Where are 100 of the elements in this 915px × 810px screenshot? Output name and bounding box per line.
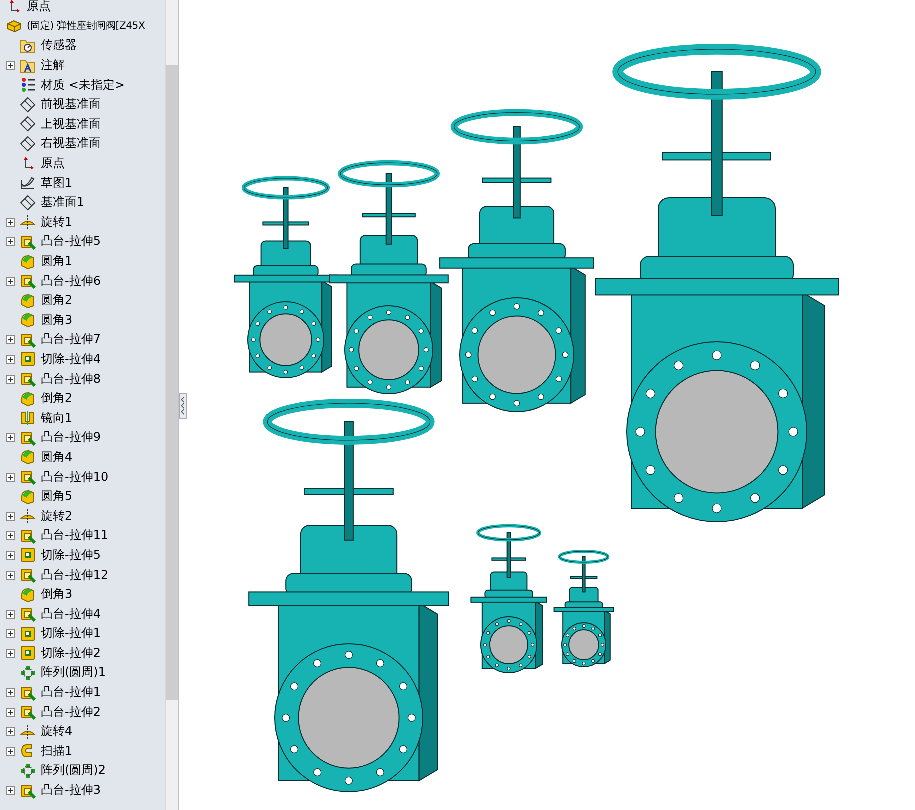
tree-item[interactable]: 右视基准面	[41, 135, 101, 152]
tree-item[interactable]: 阵列(圆周)2	[41, 762, 106, 780]
tree-item[interactable]: 注解	[41, 57, 65, 74]
tree-item[interactable]: 草图1	[41, 174, 73, 192]
extrude-icon	[20, 567, 36, 584]
tree-item[interactable]: 切除-拉伸5	[41, 546, 101, 564]
tree-item[interactable]: 原点	[27, 0, 51, 16]
tree-item[interactable]: 切除-拉伸4	[41, 350, 101, 368]
mirror-icon	[20, 410, 36, 426]
tree-item[interactable]: 凸台-拉伸2	[41, 704, 101, 721]
expand-icon[interactable]	[6, 531, 15, 540]
plane-icon	[20, 194, 36, 211]
tree-item[interactable]: 旋转4	[41, 723, 73, 740]
expand-icon[interactable]	[6, 688, 15, 698]
tree-item[interactable]: 原点	[41, 155, 65, 172]
sketch-icon	[20, 175, 36, 192]
tree-item[interactable]: 凸台-拉伸10	[41, 468, 109, 486]
circular-pattern-icon	[20, 762, 36, 779]
tree-item[interactable]: 凸台-拉伸12	[41, 566, 109, 584]
expand-icon[interactable]	[6, 61, 15, 70]
tree-item[interactable]: 旋转2	[41, 508, 73, 525]
tree-item[interactable]: 倒角2	[41, 390, 73, 408]
expand-icon[interactable]	[6, 648, 15, 658]
tree-item[interactable]: 旋转1	[41, 214, 73, 231]
collapse-arrows-icon[interactable]	[179, 393, 187, 419]
gate-valve-drawing[interactable]	[470, 524, 548, 674]
tree-item[interactable]: 凸台-拉伸5	[41, 233, 101, 250]
extrude-icon	[20, 234, 36, 250]
fillet-icon	[20, 488, 36, 505]
extrude-icon	[20, 782, 36, 799]
tree-item[interactable]: (固定) 弹性座封闸阀[Z45X	[27, 19, 146, 34]
fillet-icon	[20, 292, 36, 309]
revolve-icon	[20, 724, 36, 740]
fillet-icon	[20, 586, 36, 603]
expand-icon[interactable]	[6, 472, 15, 482]
tree-item[interactable]: 凸台-拉伸6	[41, 272, 101, 290]
expand-icon[interactable]	[6, 354, 15, 364]
tree-item[interactable]: 切除-拉伸1	[41, 625, 101, 642]
tree-item[interactable]: 圆角2	[41, 292, 73, 310]
expand-icon[interactable]	[6, 512, 15, 521]
expand-icon[interactable]	[6, 218, 15, 227]
expand-icon[interactable]	[6, 786, 15, 796]
expand-icon[interactable]	[6, 276, 15, 286]
fillet-icon	[20, 312, 36, 328]
tree-item[interactable]: 凸台-拉伸11	[41, 527, 109, 544]
tree-item[interactable]: 凸台-拉伸9	[41, 429, 101, 446]
gate-valve-drawing[interactable]	[554, 550, 614, 668]
cut-extrude-icon	[20, 547, 36, 564]
tree-item[interactable]: 圆角1	[41, 253, 73, 270]
tree-item[interactable]: 凸台-拉伸7	[41, 331, 101, 348]
extrude-icon	[20, 684, 36, 701]
cut-extrude-icon	[20, 351, 36, 368]
fillet-icon	[20, 390, 36, 407]
expand-icon[interactable]	[6, 610, 15, 619]
gate-valve-drawing[interactable]	[248, 399, 450, 792]
expand-icon[interactable]	[6, 237, 15, 246]
expand-icon[interactable]	[6, 629, 15, 638]
revolve-icon	[20, 214, 36, 230]
gate-valve-drawing[interactable]	[440, 109, 594, 412]
tree-item[interactable]: 材质 <未指定>	[41, 76, 125, 94]
tree-item[interactable]: 镜向1	[41, 410, 73, 427]
expand-icon[interactable]	[6, 335, 15, 344]
extrude-icon	[20, 469, 36, 486]
extrude-icon	[20, 528, 36, 544]
extrude-icon	[20, 371, 36, 388]
expand-icon[interactable]	[6, 550, 15, 560]
tree-item[interactable]: 圆角3	[41, 312, 73, 329]
tree-item[interactable]: 阵列(圆周)1	[41, 664, 106, 682]
cut-extrude-icon	[20, 626, 36, 642]
expand-icon[interactable]	[6, 708, 15, 717]
tree-item[interactable]: 扫描1	[41, 742, 73, 760]
tree-item[interactable]: 凸台-拉伸1	[41, 684, 101, 702]
tree-item[interactable]: 上视基准面	[41, 116, 101, 133]
gate-valve-drawing[interactable]	[595, 44, 839, 522]
tree-item[interactable]: 倒角3	[41, 586, 73, 604]
tree-item[interactable]: 凸台-拉伸4	[41, 606, 101, 623]
tree-item[interactable]: 基准面1	[41, 194, 85, 212]
gate-valve-drawing[interactable]	[329, 160, 449, 394]
scrollbar[interactable]	[165, 0, 178, 810]
expand-icon[interactable]	[6, 433, 15, 442]
tree-item[interactable]: 圆角4	[41, 448, 73, 466]
extrude-icon	[20, 332, 36, 348]
extrude-icon	[20, 606, 36, 622]
expand-icon[interactable]	[6, 374, 15, 384]
extrude-icon	[20, 273, 36, 290]
plane-icon	[20, 96, 36, 113]
scrollbar-thumb[interactable]	[166, 65, 178, 700]
tree-item[interactable]: 传感器	[41, 37, 77, 54]
folder-letter-icon	[20, 58, 36, 74]
fillet-icon	[20, 254, 36, 270]
expand-icon[interactable]	[6, 570, 15, 580]
expand-icon[interactable]	[6, 746, 15, 756]
tree-item[interactable]: 前视基准面	[41, 96, 101, 114]
expand-icon[interactable]	[6, 727, 15, 736]
tree-item[interactable]: 圆角5	[41, 488, 73, 506]
extrude-icon	[20, 704, 36, 720]
tree-item[interactable]: 凸台-拉伸3	[41, 782, 101, 800]
tree-item[interactable]: 凸台-拉伸8	[41, 370, 101, 388]
fillet-icon	[20, 449, 36, 466]
tree-item[interactable]: 切除-拉伸2	[41, 644, 101, 662]
